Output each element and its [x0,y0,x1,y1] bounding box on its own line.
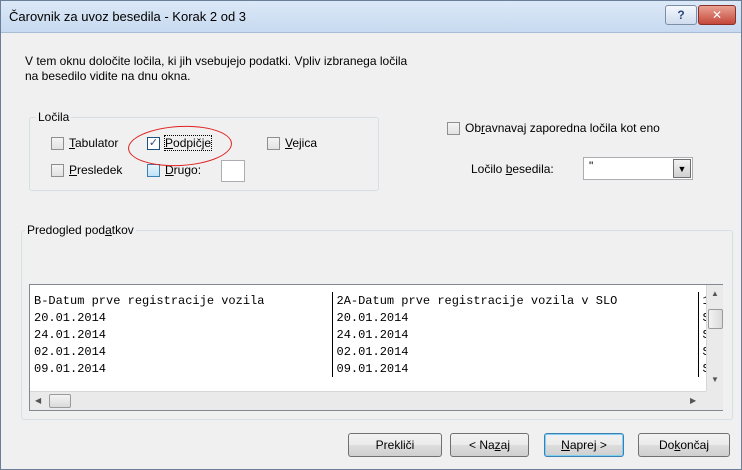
dropdown-button[interactable]: ▼ [673,159,691,178]
semicolon-checkbox-label: Podpičje [163,135,213,151]
finish-button[interactable]: Dokončaj [638,433,730,457]
table-row: 09.01.201409.01.2014S [30,360,710,377]
instruction-text: V tem oknu določite ločila, ki jih vsebu… [25,54,407,84]
other-checkbox[interactable]: Drugo: [147,163,201,177]
text-qualifier-value: " [589,159,594,173]
vertical-scroll-thumb[interactable] [708,309,723,329]
semicolon-checkbox[interactable]: ✓ Podpičje [147,135,213,151]
next-button-label: Naprej > [561,438,607,452]
table-row: 02.01.201402.01.2014S [30,343,710,360]
checkmark-icon: ✓ [148,136,159,149]
cancel-button[interactable]: Prekliči [348,433,442,457]
help-button[interactable]: ? [665,5,697,25]
scrollbar-corner [706,391,723,410]
data-preview-group-label: Predogled podatkov [25,223,136,237]
comma-checkbox[interactable]: Vejica [267,136,317,150]
text-import-wizard-dialog: Čarovnik za uvoz besedila - Korak 2 od 3… [0,0,742,470]
delimiters-group [29,117,379,191]
text-qualifier-select[interactable]: " ▼ [583,157,693,180]
delimiters-group-label: Ločila [36,110,72,124]
tab-checkbox[interactable]: Tabulator [51,136,118,150]
treat-consecutive-label: Obravnavaj zaporedna ločila kot eno [465,121,660,135]
semicolon-checkbox-box[interactable]: ✓ [147,136,160,150]
table-cell: 20.01.2014 [332,309,699,326]
comma-checkbox-label: Vejica [285,136,318,150]
comma-checkbox-box[interactable] [267,136,280,150]
horizontal-scroll-thumb[interactable] [49,394,71,408]
table-cell: B-Datum prve registracije vozila [30,292,333,309]
close-icon: ✕ [711,8,723,22]
other-checkbox-label: Drugo: [165,163,202,177]
close-button[interactable]: ✕ [698,5,736,25]
scroll-up-icon[interactable]: ▲ [711,289,719,298]
table-cell: 24.01.2014 [30,326,333,343]
window-title: Čarovnik za uvoz besedila - Korak 2 od 3 [9,9,247,24]
text-qualifier-label: Ločilo besedila: [471,162,554,176]
horizontal-scrollbar[interactable]: ◀ ▶ [30,391,706,410]
preview-table: B-Datum prve registracije vozila 2A-Datum… [30,292,710,377]
instruction-line-2: na besedilo vidite na dnu okna. [25,69,191,83]
table-cell: 02.01.2014 [332,343,699,360]
scroll-left-icon[interactable]: ◀ [35,396,41,405]
table-row: 20.01.201420.01.2014S [30,309,710,326]
next-button[interactable]: Naprej > [544,433,624,457]
tab-checkbox-box[interactable] [51,136,64,150]
question-mark-icon: ? [677,8,685,22]
instruction-line-1: V tem oknu določite ločila, ki jih vsebu… [25,54,408,68]
space-checkbox-label: Presledek [69,163,123,177]
vertical-scrollbar[interactable]: ▲ ▼ [706,285,723,391]
treat-consecutive-checkbox-box[interactable] [447,121,460,135]
table-cell: 24.01.2014 [332,326,699,343]
space-checkbox[interactable]: Presledek [51,163,122,177]
table-cell: 20.01.2014 [30,309,333,326]
finish-button-label: Dokončaj [658,438,710,452]
table-cell: 02.01.2014 [30,343,333,360]
treat-consecutive-checkbox[interactable]: Obravnavaj zaporedna ločila kot eno [447,121,660,135]
table-row: B-Datum prve registracije vozila 2A-Datum… [30,292,710,309]
tab-checkbox-label: Tabulator [69,136,119,150]
other-delimiter-input[interactable] [221,160,245,182]
back-button[interactable]: < Nazaj [450,433,529,457]
table-cell: 2A-Datum prve registracije vozila v SLO [332,292,699,309]
data-preview-pane[interactable]: B-Datum prve registracije vozila 2A-Datum… [29,284,723,411]
back-button-label: < Nazaj [468,438,511,452]
other-checkbox-box[interactable] [147,163,160,177]
title-bar: Čarovnik za uvoz besedila - Korak 2 od 3… [1,1,741,33]
space-checkbox-box[interactable] [51,163,64,177]
scroll-right-icon[interactable]: ▶ [690,396,696,405]
table-cell: 09.01.2014 [30,360,333,377]
chevron-down-icon: ▼ [677,163,687,174]
table-row: 24.01.201424.01.2014S [30,326,710,343]
table-cell: 09.01.2014 [332,360,699,377]
cancel-button-label: Prekliči [375,438,415,452]
scroll-down-icon[interactable]: ▼ [711,375,719,384]
